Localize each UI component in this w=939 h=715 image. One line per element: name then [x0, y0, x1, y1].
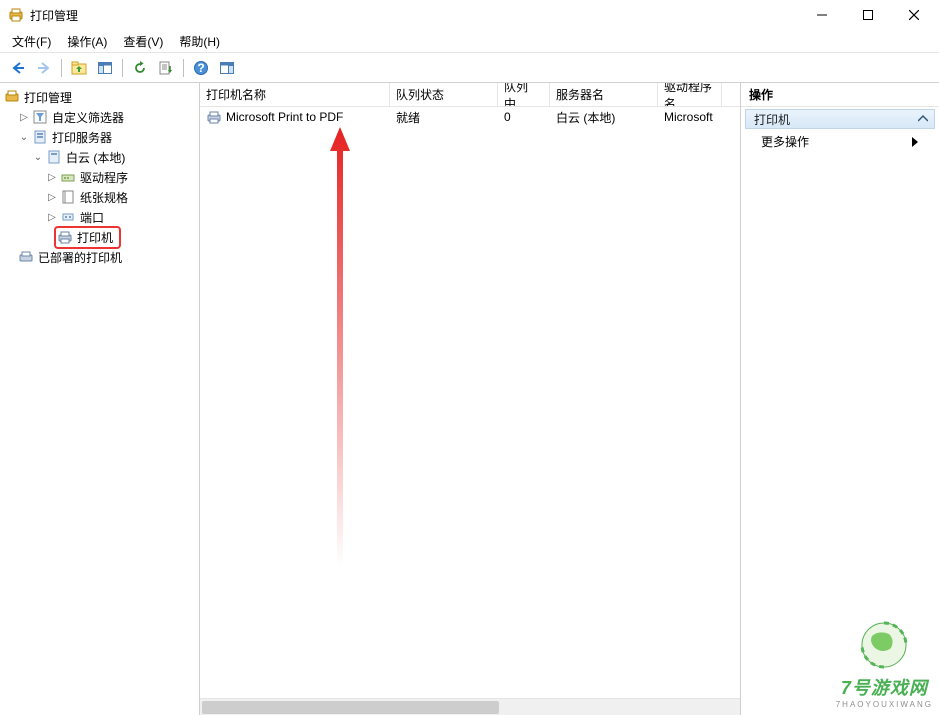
paper-icon: [60, 189, 76, 205]
actions-more[interactable]: 更多操作: [741, 129, 939, 154]
tree-label: 打印服务器: [52, 129, 112, 146]
tree-custom-filters[interactable]: ▷ 自定义筛选器: [0, 107, 199, 127]
menu-help[interactable]: 帮助(H): [173, 31, 226, 52]
scrollbar-thumb[interactable]: [202, 701, 499, 714]
column-header-queue[interactable]: 队列中...: [498, 83, 550, 106]
tree-label: 打印管理: [24, 89, 72, 106]
collapse-icon[interactable]: [918, 114, 928, 124]
export-list-button[interactable]: [154, 56, 178, 80]
printer-icon: [18, 249, 34, 265]
drivers-icon: [60, 169, 76, 185]
actions-header: 操作: [741, 83, 939, 107]
app-icon: [8, 7, 24, 23]
tree-paper[interactable]: ▷ 纸张规格: [0, 187, 199, 207]
menu-action[interactable]: 操作(A): [61, 31, 113, 52]
menu-file[interactable]: 文件(F): [6, 31, 57, 52]
column-header-name[interactable]: 打印机名称: [200, 83, 390, 106]
column-header-status[interactable]: 队列状态: [390, 83, 498, 106]
list-body[interactable]: Microsoft Print to PDF 就绪 0 白云 (本地) Micr…: [200, 107, 740, 698]
minimize-button[interactable]: [799, 0, 845, 30]
collapse-icon[interactable]: ⌄: [32, 151, 44, 163]
collapse-icon[interactable]: ⌄: [18, 131, 30, 143]
expand-icon[interactable]: ▷: [46, 171, 58, 183]
toolbar: ?: [0, 53, 939, 83]
list-panel: 打印机名称 队列状态 队列中... 服务器名 驱动程序名 Microsoft P…: [200, 83, 741, 715]
expand-icon[interactable]: ▷: [46, 191, 58, 203]
tree-label: 驱动程序: [80, 169, 128, 186]
chevron-right-icon: [911, 137, 919, 147]
cell-queue: 0: [498, 110, 550, 124]
separator: [122, 59, 123, 77]
actions-section-label: 打印机: [754, 111, 790, 128]
up-button[interactable]: [67, 56, 91, 80]
tree-label: 自定义筛选器: [52, 109, 124, 126]
close-button[interactable]: [891, 0, 937, 30]
ports-icon: [60, 209, 76, 225]
column-header-server[interactable]: 服务器名: [550, 83, 658, 106]
menubar: 文件(F) 操作(A) 查看(V) 帮助(H): [0, 30, 939, 52]
print-management-icon: [4, 89, 20, 105]
cell-driver: Microsoft: [658, 110, 722, 124]
tree-label: 打印机: [77, 229, 113, 246]
expand-icon[interactable]: ▷: [18, 111, 30, 123]
titlebar: 打印管理: [0, 0, 939, 30]
tree-local-server[interactable]: ⌄ 白云 (本地): [0, 147, 199, 167]
forward-button[interactable]: [32, 56, 56, 80]
list-row[interactable]: Microsoft Print to PDF 就绪 0 白云 (本地) Micr…: [200, 107, 740, 127]
back-button[interactable]: [6, 56, 30, 80]
tree-panel[interactable]: 打印管理 ▷ 自定义筛选器 ⌄ 打印服务器: [0, 83, 200, 715]
tree-print-servers[interactable]: ⌄ 打印服务器: [0, 127, 199, 147]
cell-status: 就绪: [390, 109, 498, 126]
globe-icon: [857, 618, 911, 672]
tree-deployed-printers[interactable]: 已部署的打印机: [0, 247, 199, 267]
annotation-arrow-icon: [328, 127, 352, 567]
tree-printers-selected[interactable]: 打印机: [0, 227, 199, 247]
column-header-driver[interactable]: 驱动程序名: [658, 83, 722, 106]
cell-server: 白云 (本地): [550, 109, 658, 126]
filter-icon: [32, 109, 48, 125]
window-controls: [799, 0, 937, 30]
tree-label: 白云 (本地): [66, 149, 125, 166]
tree-drivers[interactable]: ▷ 驱动程序: [0, 167, 199, 187]
svg-text:?: ?: [197, 61, 204, 75]
server-icon: [46, 149, 62, 165]
tree-root[interactable]: 打印管理: [0, 87, 199, 107]
show-hide-tree-button[interactable]: [93, 56, 117, 80]
list-header: 打印机名称 队列状态 队列中... 服务器名 驱动程序名: [200, 83, 740, 107]
help-button[interactable]: ?: [189, 56, 213, 80]
cell-name: Microsoft Print to PDF: [226, 110, 343, 124]
separator: [183, 59, 184, 77]
window-title: 打印管理: [30, 7, 799, 24]
tree-label: 纸张规格: [80, 189, 128, 206]
tree-label: 已部署的打印机: [38, 249, 122, 266]
expand-icon[interactable]: ▷: [46, 211, 58, 223]
server-icon: [32, 129, 48, 145]
maximize-button[interactable]: [845, 0, 891, 30]
printer-icon: [57, 229, 73, 245]
watermark: 7号游戏网 7HAOYOUXIWANG: [836, 618, 933, 709]
actions-section-printers[interactable]: 打印机: [745, 109, 935, 129]
watermark-main-text: 7号游戏网: [836, 674, 933, 700]
refresh-button[interactable]: [128, 56, 152, 80]
printer-icon: [206, 109, 222, 125]
tree-label: 端口: [80, 209, 104, 226]
menu-view[interactable]: 查看(V): [117, 31, 169, 52]
horizontal-scrollbar[interactable]: [200, 698, 740, 715]
toggle-actions-pane-button[interactable]: [215, 56, 239, 80]
watermark-sub-text: 7HAOYOUXIWANG: [836, 700, 933, 709]
tree-ports[interactable]: ▷ 端口: [0, 207, 199, 227]
content-area: 打印管理 ▷ 自定义筛选器 ⌄ 打印服务器: [0, 83, 939, 715]
actions-more-label: 更多操作: [761, 133, 809, 150]
separator: [61, 59, 62, 77]
